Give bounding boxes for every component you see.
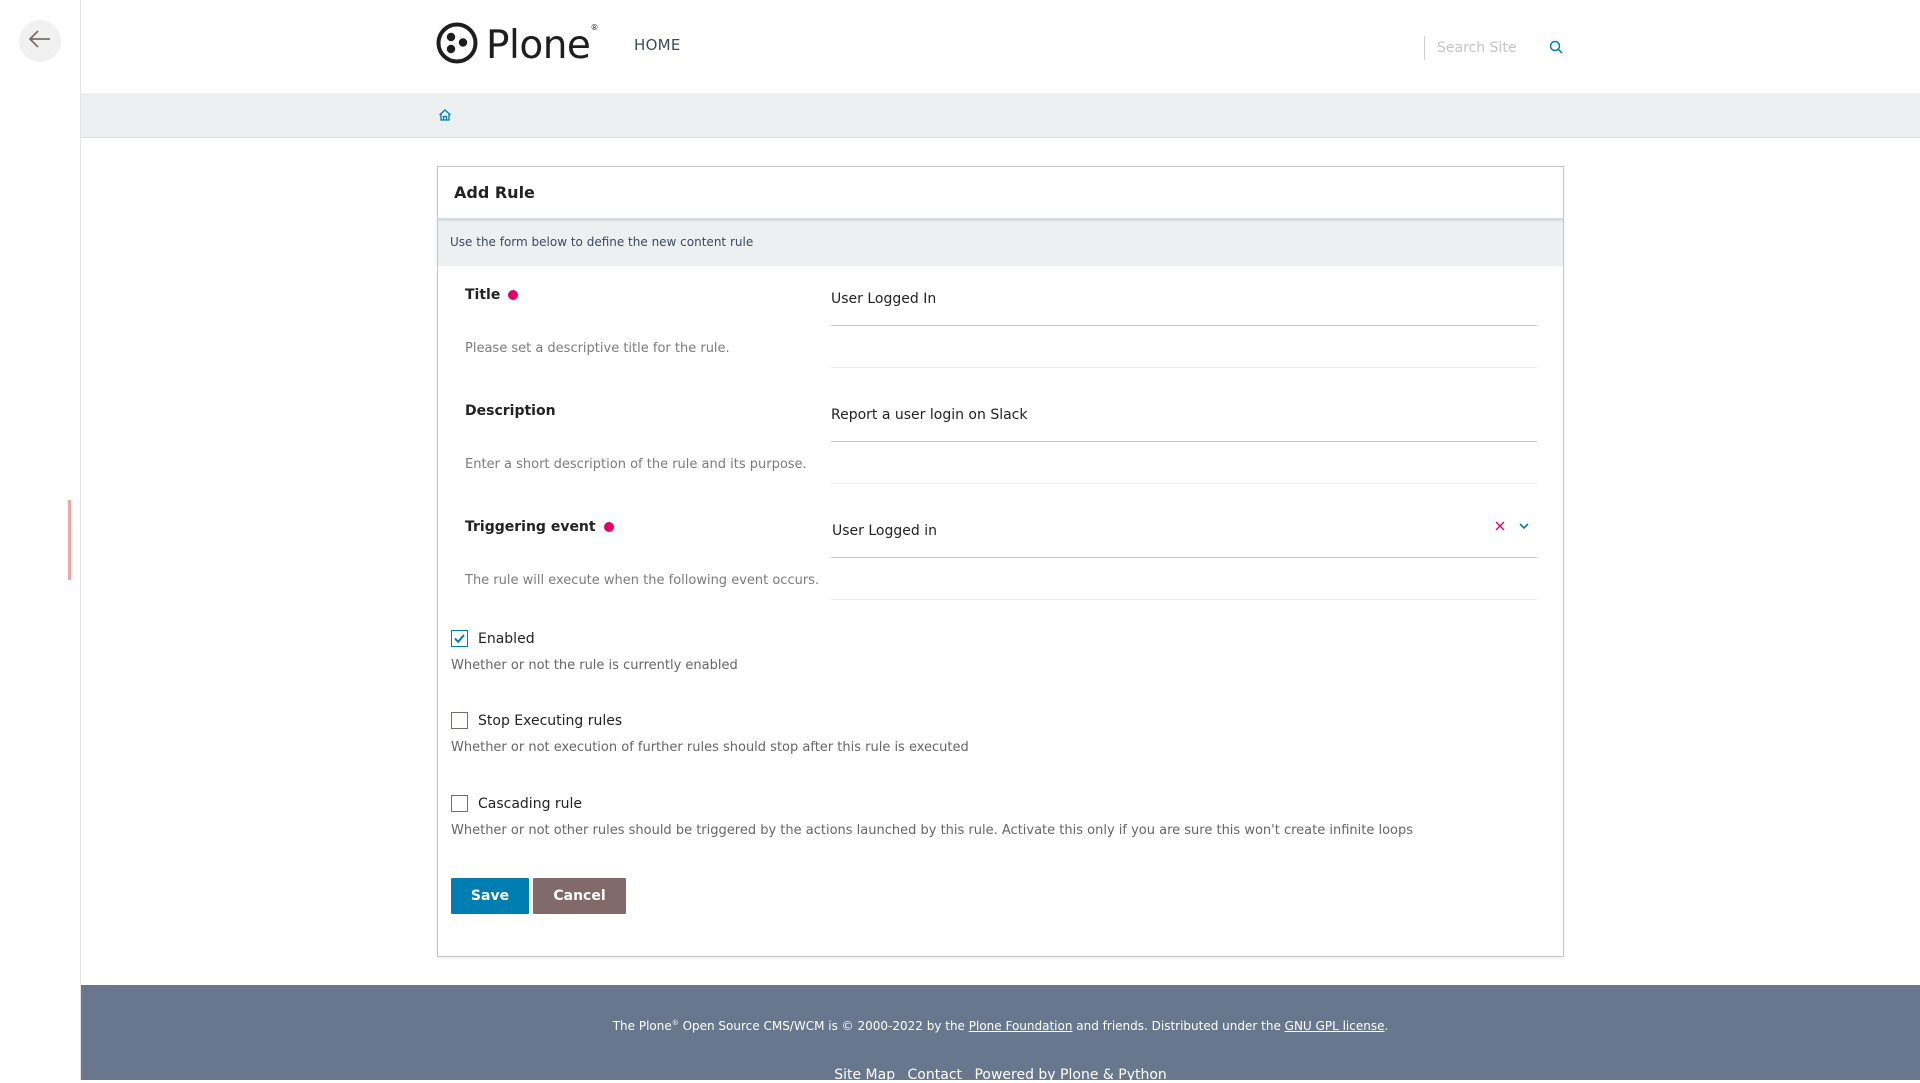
add-rule-form: Add Rule Use the form below to define th… <box>437 166 1564 957</box>
title-input[interactable]: User Logged In <box>831 291 1537 307</box>
title-underline <box>831 325 1537 326</box>
search-icon[interactable] <box>1549 39 1563 58</box>
search-divider <box>1424 36 1425 60</box>
nav-home-link[interactable]: HOME <box>634 36 681 54</box>
event-help: The rule will execute when the following… <box>465 573 820 588</box>
title-label: Title <box>465 287 519 303</box>
footer-contact-link[interactable]: Contact <box>908 1067 962 1083</box>
field-separator <box>831 367 1537 368</box>
event-field: Triggering event User Logged in The rule… <box>465 501 1545 601</box>
search-box <box>1424 36 1563 60</box>
title-help: Please set a descriptive title for the r… <box>465 341 730 356</box>
search-input[interactable] <box>1437 40 1543 56</box>
cascading-label: Cascading rule <box>478 795 583 812</box>
title-field: Title User Logged In Please set a descri… <box>465 269 1545 369</box>
description-field: Description Report a user login on Slack… <box>465 385 1545 485</box>
site-footer: The Plone® Open Source CMS/WCM is © 2000… <box>81 985 1920 1083</box>
stop-executing-option[interactable]: Stop Executing rules <box>451 712 622 729</box>
back-button[interactable] <box>19 20 61 62</box>
chevron-down-icon[interactable] <box>1518 520 1530 532</box>
enabled-checkbox[interactable] <box>451 630 468 647</box>
plone-foundation-link[interactable]: Plone Foundation <box>969 1019 1073 1033</box>
gpl-license-link[interactable]: GNU GPL license <box>1285 1019 1385 1033</box>
cascading-help: Whether or not other rules should be tri… <box>451 823 1414 838</box>
site-header: Plone® HOME <box>81 0 1920 93</box>
required-indicator <box>603 522 614 532</box>
footer-powered-link[interactable]: Powered by Plone & Python <box>974 1067 1166 1083</box>
arrow-left-icon <box>28 30 51 52</box>
stop-executing-help: Whether or not execution of further rule… <box>451 740 969 755</box>
cascading-option[interactable]: Cascading rule <box>451 795 582 812</box>
cancel-button[interactable]: Cancel <box>533 878 626 914</box>
enabled-option[interactable]: Enabled <box>451 630 535 647</box>
footer-copyright: The Plone® Open Source CMS/WCM is © 2000… <box>612 1019 1389 1033</box>
breadcrumb <box>81 93 1920 138</box>
toolbar <box>0 0 81 1080</box>
plone-logo-icon <box>436 22 478 68</box>
footer-links: Site Map Contact Powered by Plone & Pyth… <box>81 1067 1920 1083</box>
event-select-value: User Logged in <box>832 523 937 539</box>
description-help: Enter a short description of the rule an… <box>465 457 807 472</box>
event-select[interactable]: User Logged in <box>832 520 1538 539</box>
form-header: Add Rule <box>438 167 1563 221</box>
description-input[interactable]: Report a user login on Slack <box>831 407 1537 423</box>
home-icon[interactable] <box>438 107 452 126</box>
enabled-help: Whether or not the rule is currently ena… <box>451 658 738 673</box>
stop-executing-checkbox[interactable] <box>451 712 468 729</box>
footer-sitemap-link[interactable]: Site Map <box>834 1067 895 1083</box>
event-label: Triggering event <box>465 519 614 535</box>
enabled-label: Enabled <box>478 630 535 647</box>
toolbar-indicator <box>68 500 71 580</box>
checkmark-icon <box>454 634 465 644</box>
field-separator <box>831 599 1537 600</box>
stop-executing-label: Stop Executing rules <box>478 712 623 729</box>
form-info: Use the form below to define the new con… <box>438 221 1563 266</box>
site-logo[interactable]: Plone® <box>436 22 598 68</box>
required-indicator <box>508 290 519 300</box>
field-separator <box>831 483 1537 484</box>
logo-text: Plone® <box>486 22 598 68</box>
select-controls <box>1494 520 1530 532</box>
form-title: Add Rule <box>454 183 535 202</box>
description-underline <box>831 441 1537 442</box>
description-label: Description <box>465 403 556 419</box>
clear-icon[interactable] <box>1494 520 1506 532</box>
cascading-checkbox[interactable] <box>451 795 468 812</box>
event-underline <box>831 557 1537 558</box>
save-button[interactable]: Save <box>451 878 529 914</box>
